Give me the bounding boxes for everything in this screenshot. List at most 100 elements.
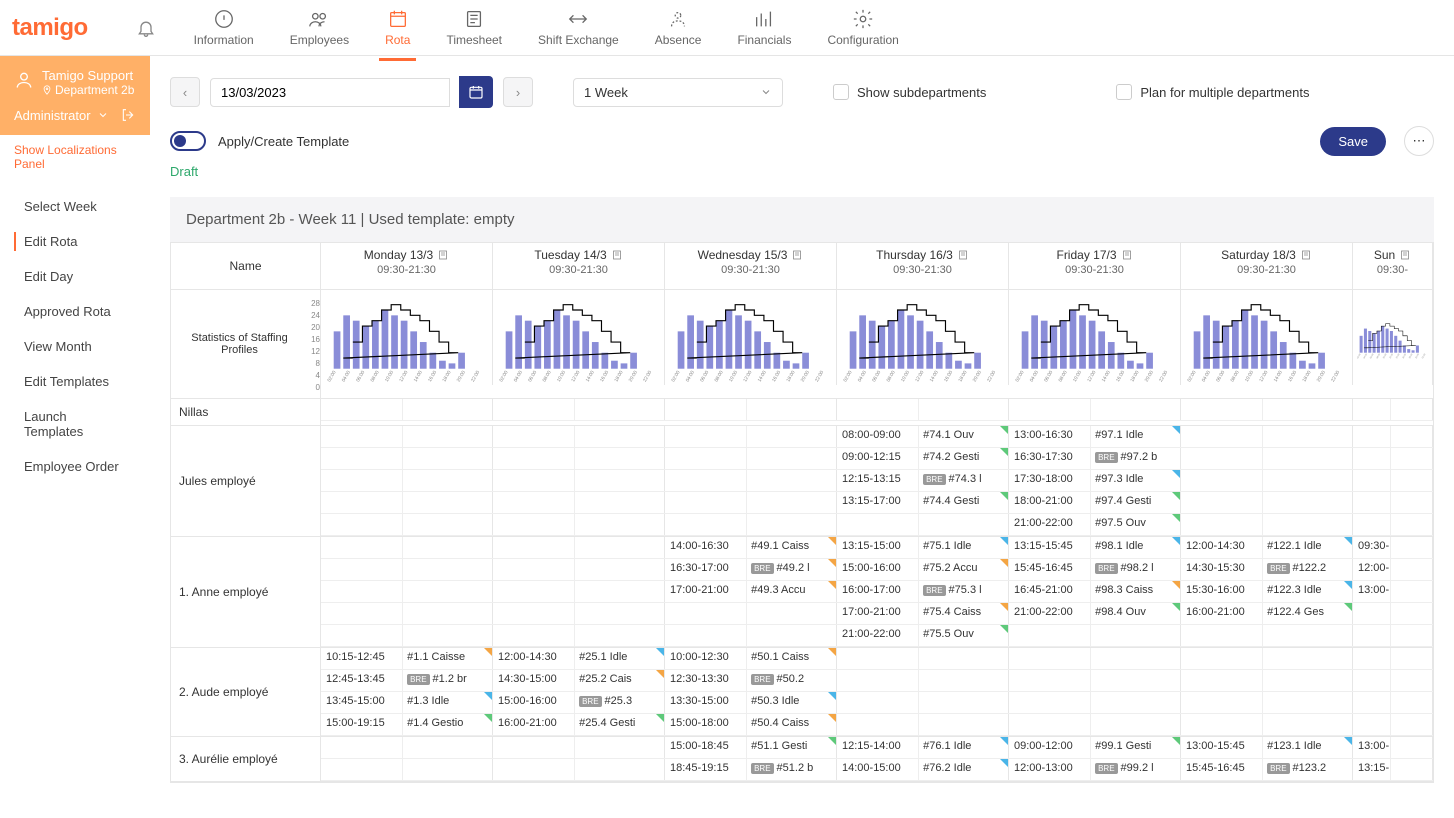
shift-time-cell[interactable]: 13:15-15:45 <box>1009 537 1091 558</box>
apply-template-toggle[interactable] <box>170 131 206 151</box>
nav-shift-exchange[interactable]: Shift Exchange <box>532 2 625 53</box>
shift-activity-cell[interactable] <box>575 759 664 780</box>
nav-rota[interactable]: Rota <box>379 2 416 53</box>
shift-activity-cell[interactable]: #50.4 Caiss <box>747 714 836 735</box>
shift-time-cell[interactable] <box>1353 470 1391 491</box>
day-header[interactable]: Wednesday 15/309:30-21:30 <box>665 243 836 280</box>
shift-activity-cell[interactable] <box>575 625 664 646</box>
shift-activity-cell[interactable] <box>1091 399 1180 420</box>
day-header[interactable]: Monday 13/309:30-21:30 <box>321 243 492 280</box>
shift-activity-cell[interactable]: #99.1 Gesti <box>1091 737 1180 758</box>
shift-activity-cell[interactable] <box>919 399 1008 420</box>
range-select[interactable]: 1 Week <box>573 78 783 107</box>
shift-activity-cell[interactable]: BRE#98.2 l <box>1091 559 1180 580</box>
employee-name[interactable]: 1. Anne employé <box>171 537 321 647</box>
shift-time-cell[interactable]: 16:00-21:00 <box>1181 603 1263 624</box>
shift-time-cell[interactable]: 15:00-18:00 <box>665 714 747 735</box>
shift-activity-cell[interactable] <box>1263 448 1352 469</box>
shift-time-cell[interactable]: 14:30-15:30 <box>1181 559 1263 580</box>
shift-time-cell[interactable] <box>1181 426 1263 447</box>
shift-activity-cell[interactable] <box>1263 492 1352 513</box>
shift-activity-cell[interactable]: #74.2 Gesti <box>919 448 1008 469</box>
shift-activity-cell[interactable] <box>1391 581 1432 602</box>
shift-time-cell[interactable]: 21:00-22:00 <box>837 625 919 646</box>
shift-time-cell[interactable]: 12:00-14:30 <box>493 648 575 669</box>
employee-name[interactable]: Jules employé <box>171 426 321 536</box>
shift-time-cell[interactable]: 13:00-16:30 <box>1009 426 1091 447</box>
shift-time-cell[interactable]: 12:45-13:45 <box>321 670 403 691</box>
shift-time-cell[interactable] <box>1181 625 1263 646</box>
shift-activity-cell[interactable]: #74.4 Gesti <box>919 492 1008 513</box>
shift-activity-cell[interactable] <box>1263 670 1352 691</box>
shift-activity-cell[interactable] <box>575 537 664 558</box>
shift-activity-cell[interactable] <box>747 625 836 646</box>
shift-activity-cell[interactable] <box>1263 648 1352 669</box>
shift-activity-cell[interactable]: #122.1 Idle <box>1263 537 1352 558</box>
shift-activity-cell[interactable] <box>403 470 492 491</box>
shift-activity-cell[interactable] <box>1391 514 1432 535</box>
shift-time-cell[interactable]: 13:15-17:00 <box>837 492 919 513</box>
shift-time-cell[interactable]: 12:15-13:15 <box>837 470 919 491</box>
shift-activity-cell[interactable] <box>1391 537 1432 558</box>
shift-time-cell[interactable]: 15:00-19:15 <box>321 714 403 735</box>
shift-activity-cell[interactable]: BRE#75.3 l <box>919 581 1008 602</box>
side-view-month[interactable]: View Month <box>0 329 150 364</box>
shift-activity-cell[interactable] <box>747 603 836 624</box>
shift-time-cell[interactable]: 15:45-16:45 <box>1009 559 1091 580</box>
shift-time-cell[interactable]: 09:30-12:0 <box>1353 537 1391 558</box>
shift-time-cell[interactable] <box>493 603 575 624</box>
shift-activity-cell[interactable] <box>1091 648 1180 669</box>
shift-activity-cell[interactable]: #1.3 Idle <box>403 692 492 713</box>
shift-activity-cell[interactable] <box>1391 470 1432 491</box>
shift-activity-cell[interactable] <box>575 581 664 602</box>
nav-information[interactable]: Information <box>188 2 260 53</box>
shift-time-cell[interactable] <box>493 559 575 580</box>
shift-time-cell[interactable] <box>1009 714 1091 735</box>
shift-activity-cell[interactable]: BRE#122.2 <box>1263 559 1352 580</box>
shift-activity-cell[interactable]: BRE#49.2 l <box>747 559 836 580</box>
shift-activity-cell[interactable] <box>1263 514 1352 535</box>
shift-activity-cell[interactable] <box>919 692 1008 713</box>
shift-activity-cell[interactable] <box>1391 603 1432 624</box>
shift-time-cell[interactable] <box>1009 648 1091 669</box>
user-dept[interactable]: Department 2b <box>42 83 134 97</box>
shift-activity-cell[interactable] <box>575 448 664 469</box>
shift-activity-cell[interactable] <box>403 399 492 420</box>
shift-time-cell[interactable] <box>321 537 403 558</box>
shift-time-cell[interactable]: 12:15-14:00 <box>837 737 919 758</box>
shift-time-cell[interactable] <box>665 492 747 513</box>
shift-time-cell[interactable] <box>321 759 403 780</box>
shift-activity-cell[interactable]: #97.5 Ouv <box>1091 514 1180 535</box>
show-subdepts-checkbox[interactable]: Show subdepartments <box>833 84 986 100</box>
shift-activity-cell[interactable] <box>747 426 836 447</box>
shift-activity-cell[interactable]: #49.1 Caiss <box>747 537 836 558</box>
shift-activity-cell[interactable]: BRE#99.2 l <box>1091 759 1180 780</box>
shift-activity-cell[interactable] <box>403 625 492 646</box>
shift-activity-cell[interactable] <box>747 470 836 491</box>
employee-name[interactable]: 2. Aude employé <box>171 648 321 736</box>
logout-icon[interactable] <box>120 107 136 123</box>
shift-time-cell[interactable] <box>493 426 575 447</box>
prev-week-button[interactable]: ‹ <box>170 77 200 107</box>
shift-time-cell[interactable]: 13:30-15:00 <box>665 692 747 713</box>
shift-time-cell[interactable] <box>837 648 919 669</box>
shift-time-cell[interactable]: 21:00-22:00 <box>1009 603 1091 624</box>
shift-activity-cell[interactable] <box>403 448 492 469</box>
shift-activity-cell[interactable]: BRE#74.3 l <box>919 470 1008 491</box>
next-week-button[interactable]: › <box>503 77 533 107</box>
shift-activity-cell[interactable] <box>1263 399 1352 420</box>
side-edit-rota[interactable]: Edit Rota <box>0 224 150 259</box>
side-approved-rota[interactable]: Approved Rota <box>0 294 150 329</box>
bell-icon[interactable] <box>136 18 156 38</box>
shift-time-cell[interactable] <box>493 399 575 420</box>
shift-time-cell[interactable] <box>493 759 575 780</box>
shift-time-cell[interactable] <box>1181 448 1263 469</box>
shift-time-cell[interactable] <box>321 492 403 513</box>
shift-activity-cell[interactable] <box>1391 559 1432 580</box>
shift-activity-cell[interactable]: #50.3 Idle <box>747 692 836 713</box>
shift-activity-cell[interactable] <box>1263 625 1352 646</box>
shift-activity-cell[interactable]: #75.5 Ouv <box>919 625 1008 646</box>
shift-activity-cell[interactable] <box>575 470 664 491</box>
shift-activity-cell[interactable] <box>575 737 664 758</box>
shift-time-cell[interactable]: 13:45-15:00 <box>321 692 403 713</box>
